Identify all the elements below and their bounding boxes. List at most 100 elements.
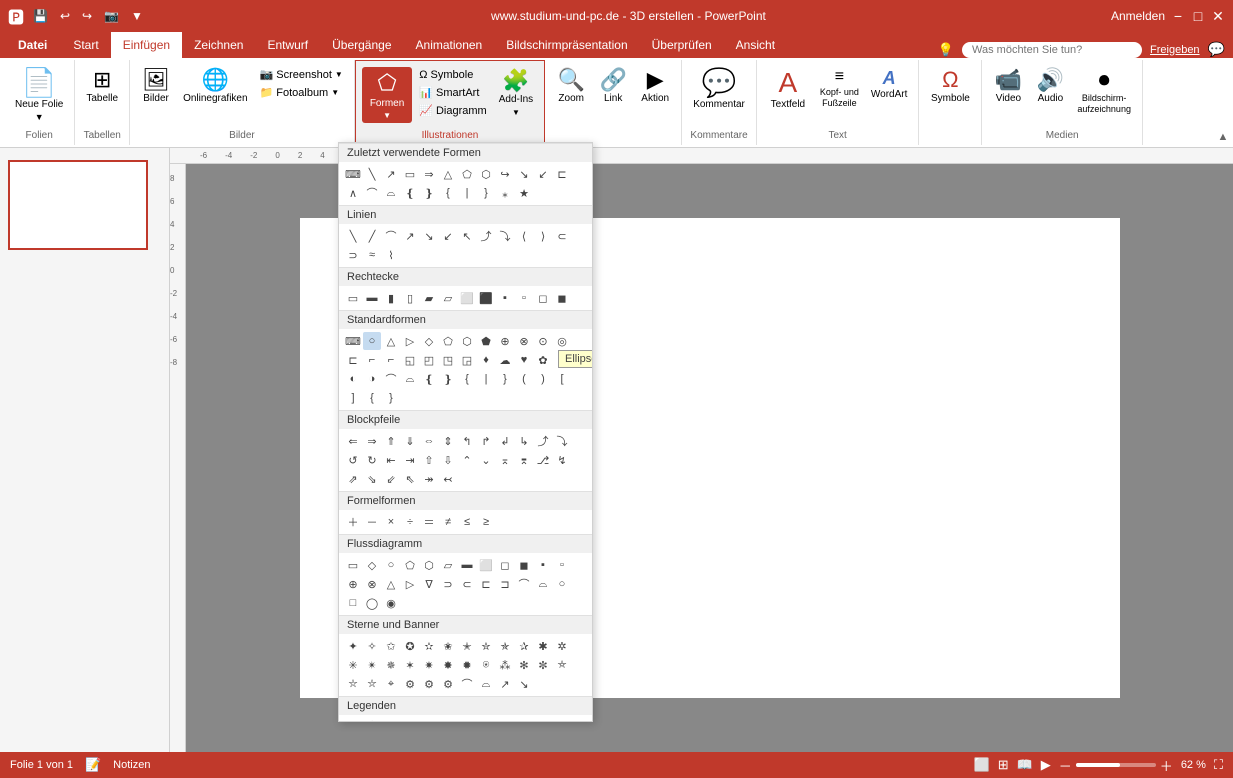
shape-item[interactable]: △: [439, 165, 457, 183]
shape-arrow[interactable]: ↱: [477, 432, 495, 450]
shape-star[interactable]: ⛦: [363, 675, 381, 693]
shape-star[interactable]: ✼: [534, 656, 552, 674]
shape-rect[interactable]: ⬛: [477, 289, 495, 307]
shape-arrow[interactable]: ⇐: [344, 432, 362, 450]
shape-flow[interactable]: ◇: [363, 556, 381, 574]
link-btn[interactable]: 🔗 Link: [593, 66, 633, 108]
shape-linie[interactable]: ⤵: [496, 227, 514, 245]
shape-linie[interactable]: ╱: [363, 227, 381, 245]
shape-rect[interactable]: ▱: [439, 289, 457, 307]
shape-item[interactable]: ╲: [363, 165, 381, 183]
shape-std[interactable]: ⊏: [344, 351, 362, 369]
tab-start[interactable]: Start: [61, 32, 110, 58]
shape-flow[interactable]: ▪: [534, 556, 552, 574]
kopf-fusszeile-btn[interactable]: ≡ Kopf- undFußzeile: [815, 66, 864, 112]
shape-flow[interactable]: □: [344, 594, 362, 612]
shape-flow[interactable]: ▫: [553, 556, 571, 574]
shape-flow[interactable]: ◯: [363, 594, 381, 612]
shape-std[interactable]: [: [553, 370, 571, 388]
shape-flow[interactable]: ⊃: [439, 575, 457, 593]
shape-std[interactable]: ❵: [439, 370, 457, 388]
shape-linie[interactable]: ↘: [420, 227, 438, 245]
shape-flow[interactable]: ⬠: [401, 556, 419, 574]
shape-star[interactable]: ✵: [382, 656, 400, 674]
shape-star[interactable]: ✳: [344, 656, 362, 674]
shape-star[interactable]: ✦: [344, 637, 362, 655]
shape-star[interactable]: ⁂: [496, 656, 514, 674]
shape-item[interactable]: }: [477, 184, 495, 202]
shape-linie[interactable]: ⤴: [477, 227, 495, 245]
shape-arrow[interactable]: ⇗: [344, 470, 362, 488]
shape-formula[interactable]: ≠: [439, 513, 457, 531]
shape-flow[interactable]: ⊏: [477, 575, 495, 593]
shape-item[interactable]: ↙: [534, 165, 552, 183]
fit-screen-icon[interactable]: ⛶: [1214, 757, 1223, 773]
shape-legend[interactable]: ▱: [534, 718, 552, 722]
shape-formula[interactable]: －: [363, 513, 381, 531]
shape-arrow[interactable]: ⇙: [382, 470, 400, 488]
shape-star[interactable]: ✮: [477, 637, 495, 655]
shape-linie[interactable]: ⊂: [553, 227, 571, 245]
view-normal-icon[interactable]: ⬜: [974, 757, 990, 773]
shape-linie[interactable]: ⌒: [382, 227, 400, 245]
shape-rect[interactable]: ▬: [363, 289, 381, 307]
shape-flow[interactable]: ⌓: [534, 575, 552, 593]
view-reading-icon[interactable]: 📖: [1017, 757, 1033, 773]
shape-item[interactable]: ⬡: [477, 165, 495, 183]
shape-arrow[interactable]: ⇕: [439, 432, 457, 450]
audio-btn[interactable]: 🔊 Audio: [1030, 66, 1070, 108]
shape-item[interactable]: |: [458, 184, 476, 202]
shape-flow[interactable]: ⬜: [477, 556, 495, 574]
shape-banner[interactable]: ⌓: [477, 675, 495, 693]
shape-std[interactable]: ◳: [439, 351, 457, 369]
shape-arrow[interactable]: ↻: [363, 451, 381, 469]
shape-std[interactable]: (: [515, 370, 533, 388]
shape-item[interactable]: ⌨: [344, 165, 362, 183]
shape-item[interactable]: ↗: [382, 165, 400, 183]
shape-std[interactable]: ⬟: [477, 332, 495, 350]
tab-uebergaenge[interactable]: Übergänge: [320, 32, 403, 58]
quick-save-icon[interactable]: 💾: [30, 7, 51, 25]
shape-arrow[interactable]: ⌃: [458, 451, 476, 469]
shape-star[interactable]: ✯: [496, 637, 514, 655]
shape-std[interactable]: ⌒: [382, 370, 400, 388]
textfeld-btn[interactable]: A Textfeld: [763, 66, 813, 113]
shape-rect[interactable]: ▪: [496, 289, 514, 307]
neue-folie-btn[interactable]: 📄 Neue Folie ▼: [10, 66, 68, 125]
shape-std[interactable]: ⬡: [458, 332, 476, 350]
comment-icon[interactable]: 💬: [1208, 41, 1225, 58]
shape-linie[interactable]: ≈: [363, 246, 381, 264]
shape-item[interactable]: ★: [515, 184, 533, 202]
shape-arrow[interactable]: ⇘: [363, 470, 381, 488]
kommentar-btn[interactable]: 💬 Kommentar: [688, 66, 750, 113]
shape-formula[interactable]: ≥: [477, 513, 495, 531]
shape-std[interactable]: ▷: [401, 332, 419, 350]
shape-legend[interactable]: 🗨: [382, 718, 400, 722]
shape-star[interactable]: ⛤: [553, 656, 571, 674]
slide-thumbnail[interactable]: [8, 160, 148, 250]
shape-std[interactable]: ○: [363, 332, 381, 350]
shape-legend[interactable]: 🗪: [420, 718, 438, 722]
shape-legend[interactable]: 💬: [344, 718, 362, 722]
shape-flow[interactable]: ▬: [458, 556, 476, 574]
wordart-btn[interactable]: A WordArt: [866, 66, 913, 104]
tab-ansicht[interactable]: Ansicht: [724, 32, 787, 58]
shape-item[interactable]: ❴: [401, 184, 419, 202]
shape-item[interactable]: ∧: [344, 184, 362, 202]
shape-std[interactable]: ⌐: [363, 351, 381, 369]
shape-std[interactable]: ♥: [515, 351, 533, 369]
close-btn[interactable]: ✕: [1211, 9, 1225, 23]
shape-star[interactable]: ✻: [515, 656, 533, 674]
shape-arrow[interactable]: ⌄: [477, 451, 495, 469]
shape-formula[interactable]: ÷: [401, 513, 419, 531]
shape-star[interactable]: ✭: [458, 637, 476, 655]
help-search-input[interactable]: [962, 42, 1142, 58]
shape-flow[interactable]: ⬡: [420, 556, 438, 574]
shape-flow[interactable]: ⌒: [515, 575, 533, 593]
shape-std[interactable]: ❴: [420, 370, 438, 388]
aktion-btn[interactable]: ▶ Aktion: [635, 66, 675, 108]
shape-legend[interactable]: 💭: [363, 718, 381, 722]
shape-arrow[interactable]: ⇩: [439, 451, 457, 469]
shape-item[interactable]: ⌓: [382, 184, 400, 202]
shape-star[interactable]: ✧: [363, 637, 381, 655]
